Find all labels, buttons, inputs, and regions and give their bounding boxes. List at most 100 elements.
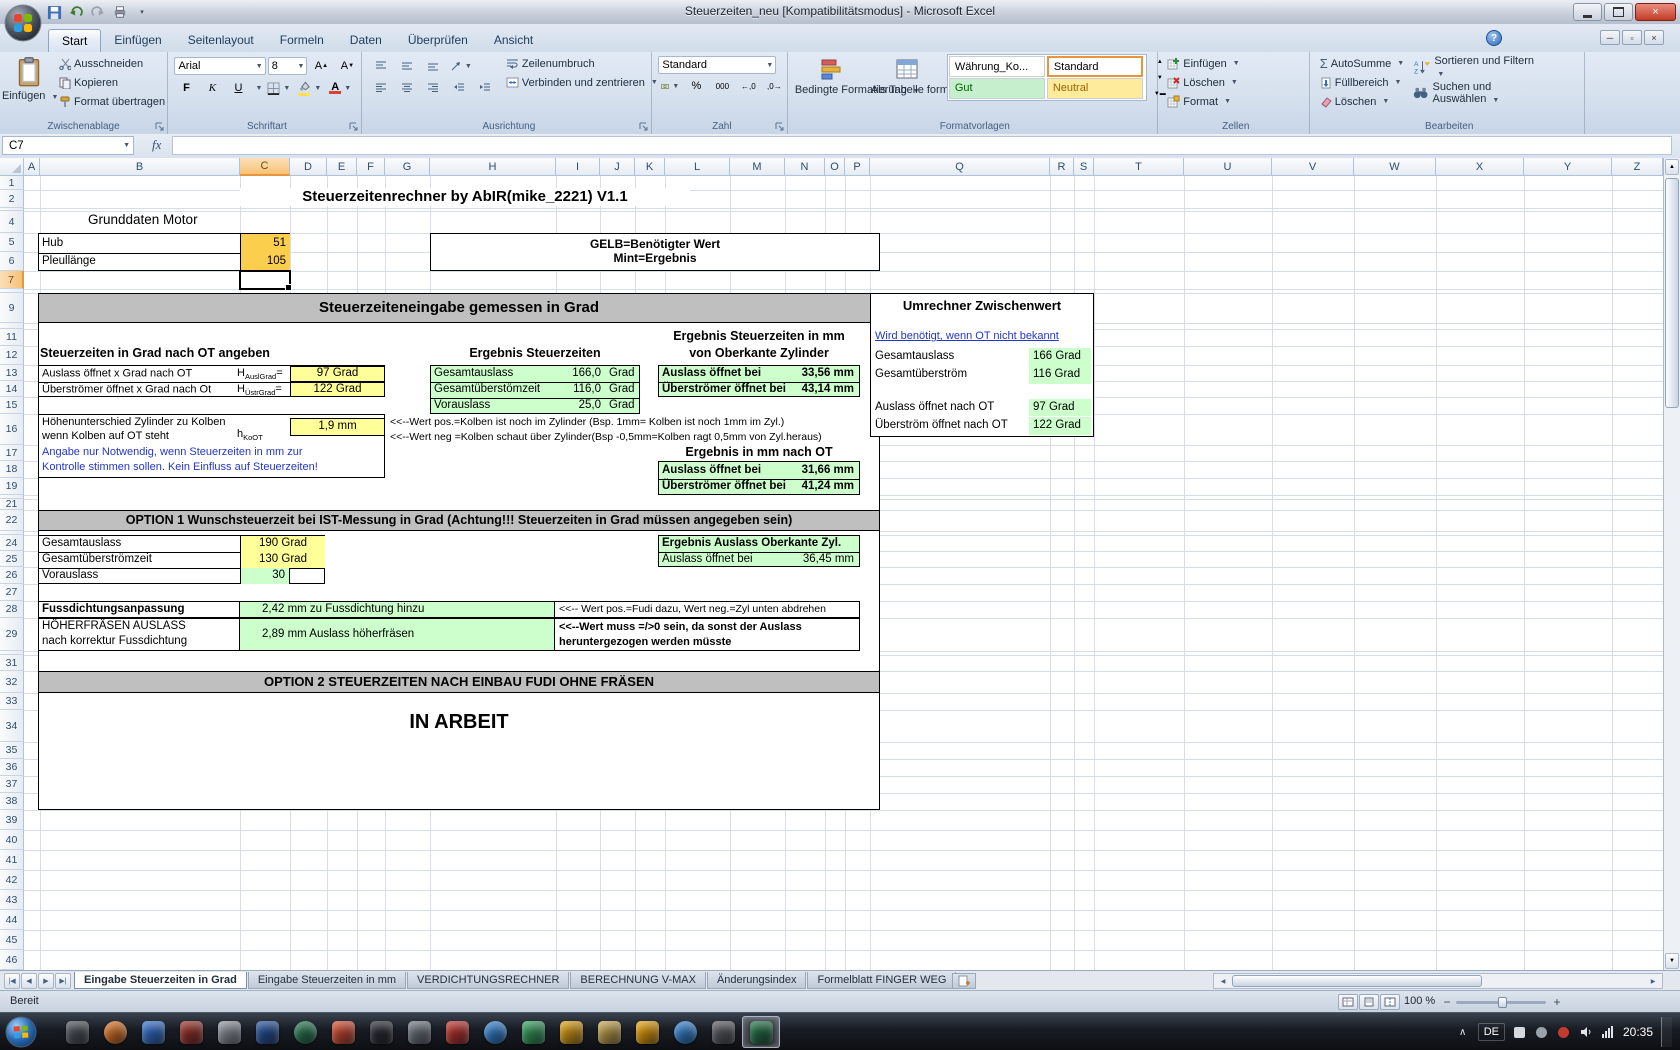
taskbar-app-button[interactable] [134, 1016, 172, 1048]
umrechner-row-value[interactable]: 116 Grad [1029, 366, 1091, 384]
vertical-scrollbar[interactable]: ▲ ▼ [1663, 158, 1680, 970]
restore-button[interactable] [1604, 3, 1633, 21]
column-header-B[interactable]: B [40, 158, 240, 176]
scroll-right-icon[interactable]: ▶ [1645, 975, 1661, 987]
taskbar-app-button[interactable] [172, 1016, 210, 1048]
taskbar-app-button[interactable] [438, 1016, 476, 1048]
column-header-F[interactable]: F [357, 158, 385, 176]
taskbar-app-button[interactable] [286, 1016, 324, 1048]
hoeherfraesen-value-cell[interactable]: 2,89 mm Auslass höherfräsen [239, 618, 555, 651]
column-header-C[interactable]: C [240, 158, 290, 176]
row-header-11[interactable]: 11 [0, 329, 24, 346]
column-header-U[interactable]: U [1184, 158, 1272, 176]
row-header-45[interactable]: 45 [0, 930, 24, 950]
row-header-7[interactable]: 7 [0, 271, 24, 289]
column-header-D[interactable]: D [290, 158, 327, 176]
chevron-down-icon[interactable]: ▼ [255, 85, 262, 92]
sort-filter-button[interactable]: AZSortieren und Filtern ▼ [1413, 54, 1541, 80]
close-button[interactable]: × [1635, 3, 1676, 21]
next-sheet-button[interactable]: ▶ [38, 973, 54, 989]
volume-icon[interactable] [1579, 1025, 1593, 1039]
taskbar-clock[interactable]: 20:35 [1623, 1025, 1653, 1039]
umrechner-row-value[interactable]: 97 Grad [1029, 399, 1091, 416]
percent-style-button[interactable]: % [684, 76, 708, 96]
fussdichtung-value-cell[interactable]: 2,42 mm zu Fussdichtung hinzu [239, 601, 555, 618]
zoom-level[interactable]: 100 % [1404, 995, 1435, 1007]
row-header-36[interactable]: 36 [0, 759, 24, 776]
borders-button[interactable]: ▼ [264, 78, 293, 98]
paste-button[interactable]: Einfügen ▼ [2, 54, 56, 111]
cell-style-gut[interactable]: Gut [949, 78, 1045, 99]
row-header-16[interactable]: 16 [0, 414, 24, 445]
taskbar-app-button[interactable] [248, 1016, 286, 1048]
taskbar-app-button[interactable] [704, 1016, 742, 1048]
hidden-icons-chevron-icon[interactable]: ∧ [1456, 1025, 1470, 1039]
column-header-G[interactable]: G [385, 158, 430, 176]
align-left-button[interactable] [369, 78, 393, 98]
format-painter-button[interactable]: Format übertragen [56, 92, 168, 111]
wrap-text-button[interactable]: Zeilenumbruch [503, 54, 661, 73]
taskbar-app-button[interactable] [58, 1016, 96, 1048]
auslass-grad-value-cell[interactable]: 97 Grad [290, 366, 385, 382]
column-header-O[interactable]: O [825, 158, 845, 176]
page-layout-view-button[interactable] [1359, 994, 1379, 1010]
comma-style-button[interactable]: 000 [710, 76, 734, 96]
cell-style-währung_ko...[interactable]: Währung_Ko... [949, 56, 1045, 77]
align-bottom-button[interactable] [421, 56, 445, 76]
column-header-W[interactable]: W [1354, 158, 1436, 176]
row-header-27[interactable]: 27 [0, 584, 24, 601]
cell-style-standard[interactable]: Standard [1047, 56, 1143, 77]
horizontal-scrollbar[interactable]: ◀ ▶ [1213, 973, 1663, 989]
column-header-H[interactable]: H [430, 158, 556, 176]
row-header-13[interactable]: 13 [0, 365, 24, 381]
column-header-N[interactable]: N [785, 158, 825, 176]
name-box[interactable]: C7▼ [2, 136, 134, 155]
row-header-43[interactable]: 43 [0, 890, 24, 910]
font-color-button[interactable]: A▼ [326, 78, 354, 98]
row-header-18[interactable]: 18 [0, 461, 24, 478]
insert-cells-button[interactable]: Einfügen▼ [1164, 54, 1307, 73]
taskbar-app-button[interactable] [666, 1016, 704, 1048]
font-name-select[interactable]: Arial▼ [174, 57, 265, 75]
office-button[interactable] [3, 3, 43, 43]
column-header-X[interactable]: X [1436, 158, 1524, 176]
row-header-26[interactable]: 26 [0, 567, 24, 584]
merge-center-button[interactable]: Verbinden und zentrieren▼ [503, 73, 661, 92]
cut-button[interactable]: Ausschneiden [56, 54, 168, 73]
insert-function-button[interactable]: fx [152, 137, 161, 153]
scroll-left-icon[interactable]: ◀ [1215, 975, 1231, 987]
taskbar-app-button[interactable] [476, 1016, 514, 1048]
row-header-37[interactable]: 37 [0, 776, 24, 793]
italic-button[interactable]: K [200, 78, 224, 98]
increase-indent-button[interactable] [473, 78, 497, 98]
row-header-46[interactable]: 46 [0, 950, 24, 970]
ribbon-tab-seitenlayout[interactable]: Seitenlayout [175, 29, 267, 52]
column-header-Q[interactable]: Q [870, 158, 1050, 176]
bold-button[interactable]: F [174, 78, 198, 98]
zoom-slider[interactable] [1456, 1001, 1546, 1004]
column-header-M[interactable]: M [730, 158, 785, 176]
sheet-tab[interactable]: Eingabe Steuerzeiten in Grad [74, 972, 247, 989]
taskbar-app-button[interactable] [552, 1016, 590, 1048]
prev-sheet-button[interactable]: ◀ [21, 973, 37, 989]
row-header-38[interactable]: 38 [0, 793, 24, 810]
column-header-J[interactable]: J [600, 158, 635, 176]
ribbon-tab-start[interactable]: Start [48, 29, 101, 53]
format-as-table-button[interactable]: Als Tabelle formatieren ▼ [871, 54, 943, 96]
start-button[interactable] [5, 1016, 37, 1048]
sheet-tab[interactable]: Änderungsindex [707, 972, 807, 989]
sheet-tab[interactable]: Formelblatt FINGER WEG [807, 972, 956, 989]
sheet-tab[interactable]: Eingabe Steuerzeiten in mm [248, 972, 406, 989]
column-header-T[interactable]: T [1094, 158, 1184, 176]
row-header-42[interactable]: 42 [0, 870, 24, 890]
sheet-tab[interactable]: VERDICHTUNGSRECHNER [407, 972, 569, 989]
row-header-14[interactable]: 14 [0, 381, 24, 397]
help-button[interactable]: ? [1486, 30, 1502, 46]
minimize-button[interactable] [1573, 3, 1602, 21]
decrease-decimal-button[interactable]: ,0→ [762, 76, 786, 96]
taskbar-app-button[interactable] [96, 1016, 134, 1048]
option1-row-value[interactable]: 30 [240, 568, 290, 584]
row-header-21[interactable]: 21 [0, 499, 24, 510]
zoom-slider-thumb[interactable] [1498, 997, 1507, 1008]
dialog-launcher-icon[interactable] [155, 122, 165, 132]
